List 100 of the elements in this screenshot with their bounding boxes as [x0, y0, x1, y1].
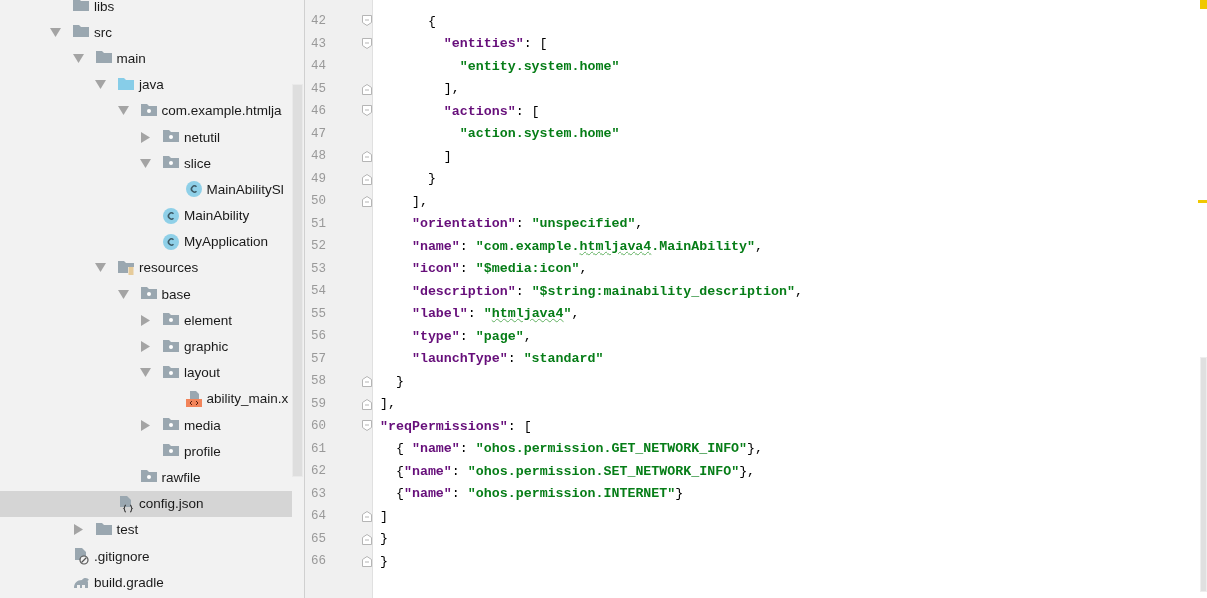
tree-item[interactable]: element — [0, 307, 292, 334]
line-number: 46 — [310, 104, 327, 119]
tree-item[interactable]: MainAbility — [0, 202, 292, 229]
tree-item[interactable]: java — [0, 71, 292, 98]
fold-marker-icon[interactable] — [362, 105, 372, 118]
code-line: "entity.system.home" — [458, 58, 620, 74]
tree-label: test — [116, 522, 139, 538]
tree-label: element — [184, 312, 233, 328]
tree-label: graphic — [184, 339, 229, 355]
line-number: 66 — [310, 554, 327, 569]
line-number: 43 — [310, 36, 327, 51]
tree-item[interactable]: main — [0, 45, 292, 72]
fold-marker-icon[interactable] — [362, 375, 372, 388]
tree-label: media — [184, 417, 221, 433]
class-icon — [184, 180, 203, 199]
line-number: 47 — [310, 126, 327, 141]
fold-marker-icon[interactable] — [362, 172, 372, 185]
fold-marker-icon[interactable] — [362, 397, 372, 410]
scrollbar-thumb[interactable] — [1200, 357, 1207, 592]
collapse-arrow-icon[interactable] — [50, 26, 61, 38]
fold-marker-icon[interactable] — [362, 555, 372, 568]
fold-marker-icon[interactable] — [362, 420, 372, 433]
class-icon — [162, 206, 180, 225]
line-number: 51 — [310, 216, 327, 231]
tree-item[interactable]: media — [0, 412, 292, 439]
tree-item[interactable]: profile — [0, 438, 292, 465]
code-line: } — [380, 531, 388, 547]
collapse-arrow-icon[interactable] — [117, 105, 129, 117]
tree-item[interactable]: test — [0, 516, 292, 543]
expand-arrow-icon[interactable] — [72, 524, 84, 536]
code-line: "entities": [ — [442, 36, 548, 52]
tree-item[interactable]: base — [0, 281, 292, 308]
line-number: 58 — [310, 374, 327, 389]
code-line: ], — [442, 81, 460, 97]
line-number: 44 — [310, 59, 327, 74]
warning-marker[interactable] — [1198, 200, 1207, 203]
tree-label: build.gradle — [94, 574, 164, 590]
fold-marker-icon[interactable] — [362, 82, 372, 95]
line-number: 50 — [310, 194, 327, 209]
folder-icon — [117, 258, 135, 277]
scrollbar-thumb[interactable] — [292, 84, 303, 477]
line-number: 54 — [310, 284, 327, 299]
fold-marker-icon[interactable] — [362, 532, 372, 545]
collapse-arrow-icon[interactable] — [95, 262, 106, 274]
code-line: ], — [410, 193, 428, 209]
line-number: 62 — [310, 464, 327, 479]
tree-label: resources — [139, 260, 199, 276]
collapse-arrow-icon[interactable] — [117, 288, 129, 300]
expand-arrow-icon[interactable] — [140, 419, 151, 431]
expand-arrow-icon[interactable] — [140, 131, 151, 143]
collapse-arrow-icon[interactable] — [140, 157, 151, 169]
tree-item[interactable]: layout — [0, 359, 292, 386]
line-number: 60 — [310, 419, 327, 434]
tree-label: com.example.htmlja — [161, 103, 282, 119]
line-number: 64 — [310, 509, 327, 524]
tree-item[interactable]: MyApplication — [0, 228, 292, 255]
tree-item[interactable]: rawfile — [0, 464, 292, 491]
fold-marker-icon[interactable] — [362, 195, 372, 208]
tree-item[interactable]: libs — [0, 0, 292, 20]
tree-item[interactable]: build.gradle — [0, 569, 292, 596]
code-line: "action.system.home" — [458, 126, 620, 142]
line-number: 57 — [310, 351, 327, 366]
tree-item[interactable]: resources — [0, 254, 292, 282]
line-number: 49 — [310, 171, 327, 186]
warning-marker[interactable] — [1200, 0, 1207, 9]
line-number: 52 — [310, 239, 327, 254]
tree-label: profile — [184, 443, 221, 459]
line-number: 56 — [310, 329, 327, 344]
line-number: 61 — [310, 441, 327, 456]
tree-item[interactable]: netutil — [0, 123, 292, 151]
fold-marker-icon[interactable] — [362, 510, 372, 523]
fold-marker-icon[interactable] — [362, 37, 372, 50]
tree-label: base — [161, 286, 191, 302]
collapse-arrow-icon[interactable] — [72, 52, 84, 64]
tree-item[interactable]: com.example.htmlja — [0, 97, 292, 124]
tree-item[interactable]: ability_main.x — [0, 385, 292, 412]
tree-label: MainAbility — [184, 208, 250, 224]
tree-item[interactable]: src — [0, 19, 292, 46]
fold-marker-icon[interactable] — [362, 15, 372, 28]
json-file-icon — [117, 494, 135, 513]
tree-item[interactable]: graphic — [0, 333, 292, 360]
line-number: 63 — [310, 486, 327, 501]
collapse-arrow-icon[interactable] — [140, 367, 151, 379]
xml-file-icon — [184, 389, 203, 408]
code-line: "type": "page", — [410, 328, 532, 344]
code-line: { — [426, 13, 436, 29]
fold-marker-icon[interactable] — [362, 150, 372, 163]
expand-arrow-icon[interactable] — [140, 341, 151, 353]
collapse-arrow-icon[interactable] — [95, 79, 106, 91]
tree-item[interactable]: slice — [0, 150, 292, 177]
tree-label: config.json — [139, 496, 204, 512]
tree-item[interactable]: MainAbilitySl — [0, 176, 292, 203]
tree-item[interactable]: .gitignore — [0, 542, 292, 570]
code-line: "label": "htmljava4", — [410, 306, 580, 322]
tree-label: main — [116, 50, 146, 66]
expand-arrow-icon[interactable] — [140, 314, 151, 326]
code-line: {"name": "ohos.permission.SET_NETWORK_INFO"}, — [394, 463, 756, 479]
code-line: } — [394, 373, 404, 389]
tree-label: java — [139, 77, 164, 93]
tree-item[interactable]: config.json — [0, 490, 292, 517]
